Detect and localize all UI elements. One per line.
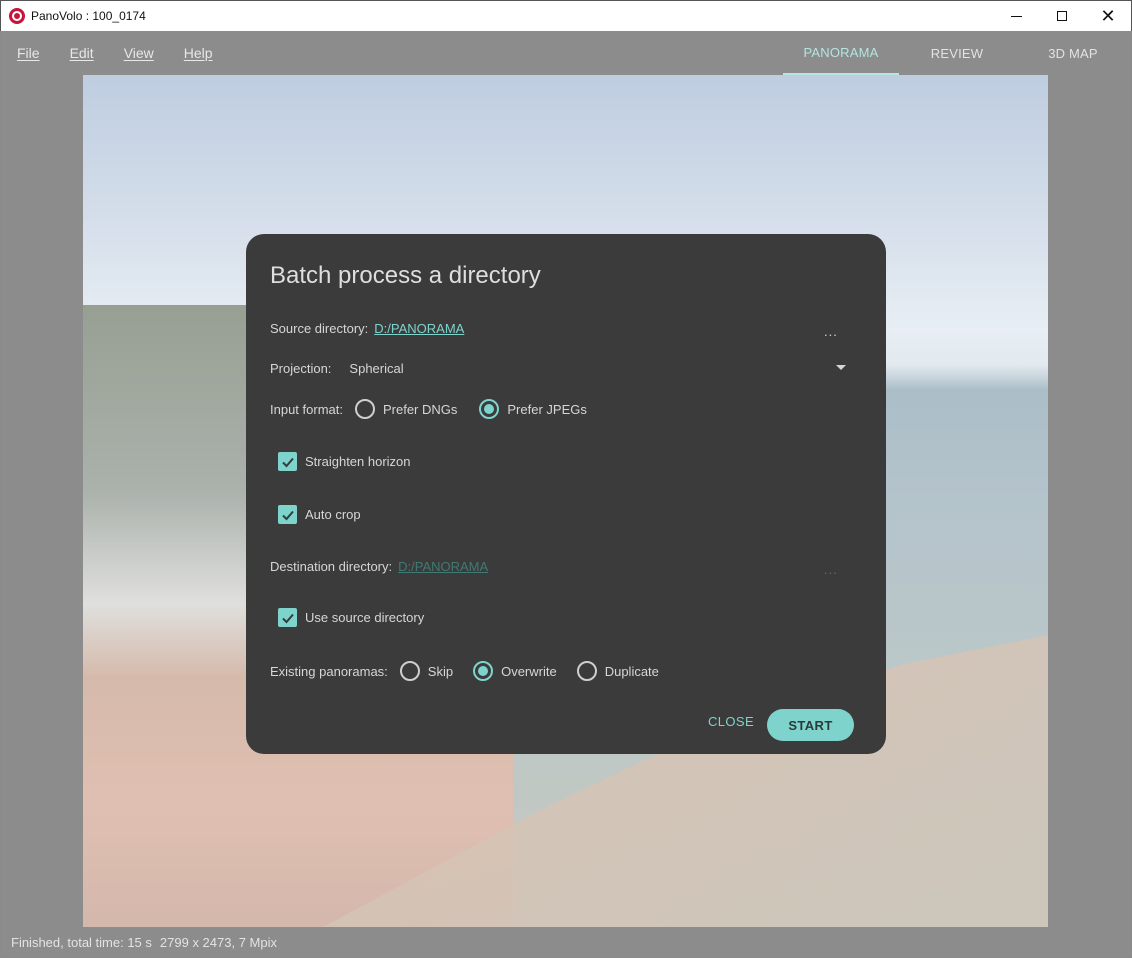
source-directory-label: Source directory:: [270, 321, 369, 336]
use-source-directory-row: Use source directory: [278, 608, 424, 627]
prefer-dngs-radio[interactable]: [354, 399, 375, 419]
batch-process-dialog: Batch process a directory Source directo…: [246, 234, 886, 754]
window-controls: ✕: [993, 1, 1131, 31]
skip-label[interactable]: Skip: [428, 664, 453, 679]
projection-label: Projection:: [270, 361, 332, 376]
use-source-directory-label[interactable]: Use source directory: [305, 610, 424, 625]
panovolo-logo-icon: [9, 8, 25, 24]
checkmark-icon: [281, 613, 294, 623]
overwrite-radio[interactable]: [473, 661, 494, 681]
start-button[interactable]: START: [767, 709, 854, 741]
minimize-button[interactable]: [993, 1, 1039, 31]
dialog-title: Batch process a directory: [270, 262, 541, 289]
auto-crop-row: Auto crop: [278, 505, 361, 524]
skip-radio[interactable]: [399, 661, 420, 681]
title-bar: PanoVolo : 100_0174 ✕: [0, 0, 1132, 31]
window-title: PanoVolo : 100_0174: [31, 9, 146, 23]
close-window-button[interactable]: ✕: [1085, 1, 1131, 31]
auto-crop-label[interactable]: Auto crop: [305, 507, 361, 522]
auto-crop-checkbox[interactable]: [278, 505, 297, 524]
chevron-down-icon[interactable]: [836, 365, 846, 370]
straighten-horizon-label[interactable]: Straighten horizon: [305, 454, 411, 469]
prefer-jpegs-radio[interactable]: [479, 399, 500, 419]
checkmark-icon: [281, 457, 294, 467]
close-icon: ✕: [1100, 6, 1116, 26]
destination-directory-link: D:/PANORAMA: [398, 559, 489, 574]
checkmark-icon: [281, 510, 294, 520]
existing-panoramas-row: Existing panoramas: Skip Overwrite Dupli…: [270, 661, 659, 681]
input-format-row: Input format: Prefer DNGs Prefer JPEGs: [270, 399, 587, 419]
close-button[interactable]: CLOSE: [708, 714, 754, 729]
use-source-directory-checkbox[interactable]: [278, 608, 297, 627]
projection-row: Projection: Spherical: [270, 361, 404, 376]
overwrite-label[interactable]: Overwrite: [501, 664, 557, 679]
existing-panoramas-label: Existing panoramas:: [270, 663, 388, 679]
straighten-horizon-checkbox[interactable]: [278, 452, 297, 471]
duplicate-radio[interactable]: [576, 661, 597, 681]
source-browse-button[interactable]: ...: [824, 324, 838, 339]
source-directory-link[interactable]: D:/PANORAMA: [374, 321, 464, 336]
destination-directory-row: Destination directory: D:/PANORAMA: [270, 559, 488, 574]
prefer-jpegs-label[interactable]: Prefer JPEGs: [507, 402, 586, 417]
projection-select[interactable]: Spherical: [349, 361, 403, 376]
maximize-button[interactable]: [1039, 1, 1085, 31]
input-format-label: Input format:: [270, 401, 343, 417]
destination-browse-button: ...: [824, 562, 838, 577]
prefer-dngs-label[interactable]: Prefer DNGs: [383, 402, 457, 417]
straighten-horizon-row: Straighten horizon: [278, 452, 411, 471]
minimize-icon: [1010, 15, 1022, 17]
destination-directory-label: Destination directory:: [270, 559, 393, 574]
duplicate-label[interactable]: Duplicate: [605, 664, 659, 679]
maximize-icon: [1057, 11, 1067, 21]
source-directory-row: Source directory: D:/PANORAMA: [270, 321, 464, 336]
